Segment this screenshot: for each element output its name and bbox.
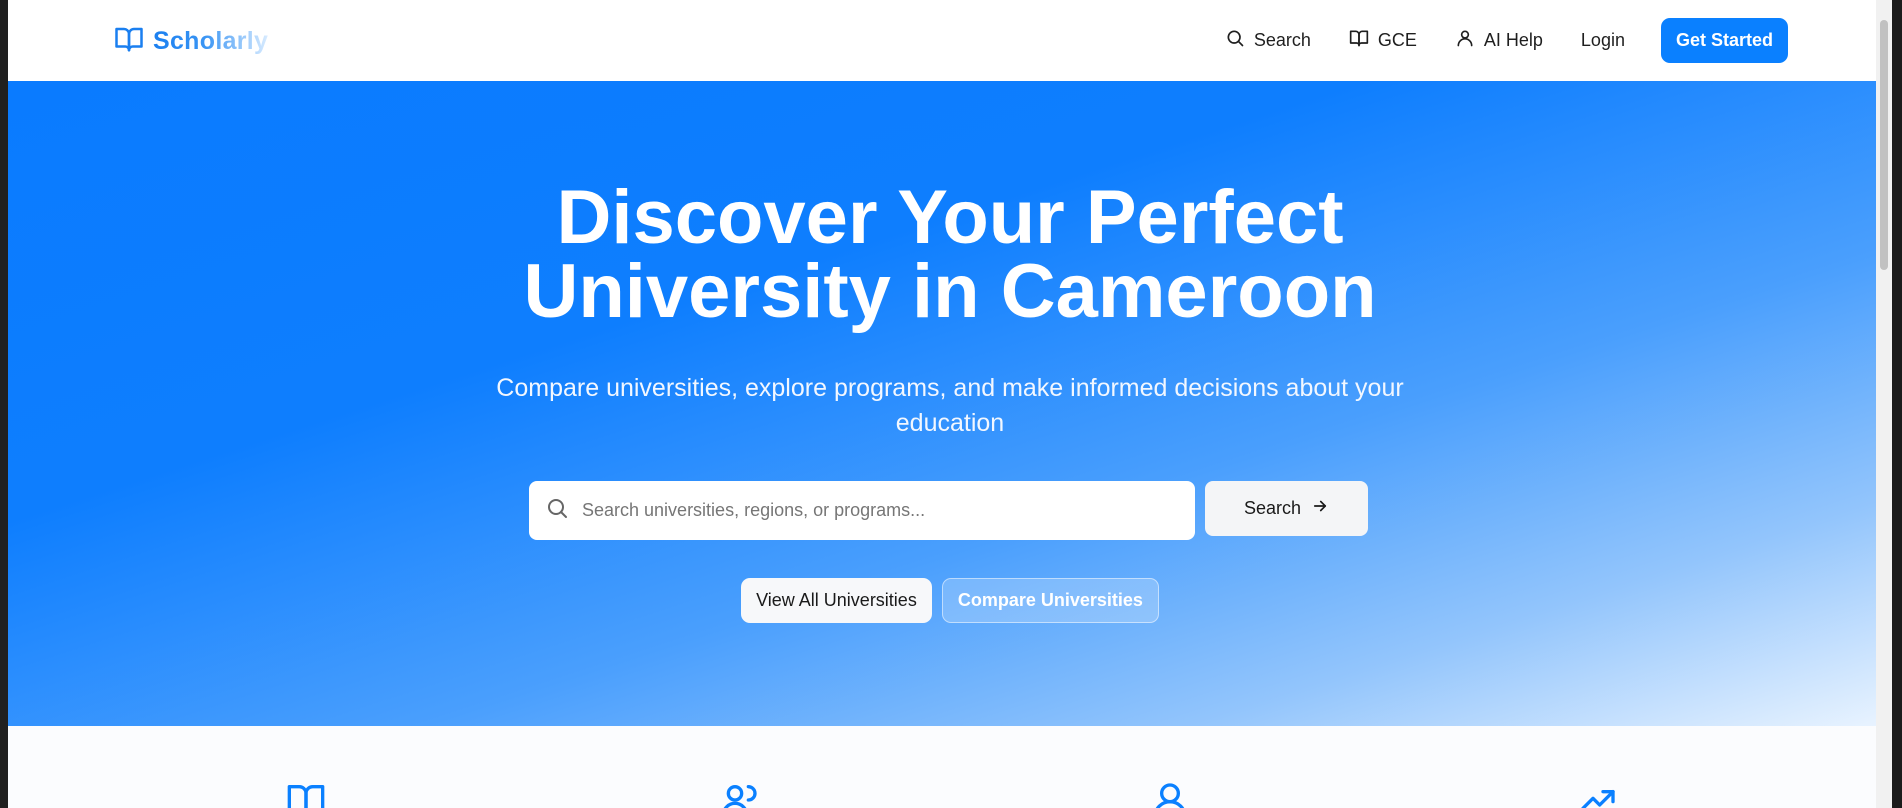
hero-subtitle-line-1: Compare universities, explore programs, … xyxy=(496,374,1404,402)
hero-subtitle: Compare universities, explore programs, … xyxy=(495,371,1405,441)
nav-ai-help-label: AI Help xyxy=(1483,30,1543,50)
brand-name: Scholarly xyxy=(153,27,269,55)
top-navigation: Scholarly Search GCE AI Help Login Get S… xyxy=(8,0,1892,81)
nav-ai-help-link[interactable]: AI Help xyxy=(1455,28,1543,53)
get-started-button[interactable]: Get Started xyxy=(1660,18,1788,63)
brand-logo[interactable]: Scholarly xyxy=(114,24,268,59)
view-all-universities-button[interactable]: View All Universities xyxy=(741,578,932,623)
hero-subtitle-line-2: education xyxy=(895,409,1005,437)
book-open-icon xyxy=(114,24,144,59)
university-search-input[interactable] xyxy=(582,500,1162,521)
hero-title-line-1: Discover Your Perfect xyxy=(556,175,1344,260)
trending-up-icon xyxy=(1578,780,1618,808)
nav-links: Search GCE AI Help Login Get Started xyxy=(1187,18,1788,63)
compare-universities-button[interactable]: Compare Universities xyxy=(941,578,1159,623)
hero-actions: View All Universities Compare Universiti… xyxy=(8,578,1892,623)
university-search-box[interactable] xyxy=(529,481,1195,540)
nav-gce-label: GCE xyxy=(1377,30,1417,50)
users-icon xyxy=(720,780,760,808)
search-icon xyxy=(545,496,569,525)
hero-section: Discover Your Perfect University in Came… xyxy=(8,81,1892,726)
user-icon xyxy=(1150,780,1190,808)
book-open-icon xyxy=(286,780,326,808)
browser-viewport: Scholarly Search GCE AI Help Login Get S… xyxy=(8,0,1892,808)
features-section xyxy=(8,726,1892,808)
user-icon xyxy=(1455,28,1475,53)
book-open-icon xyxy=(1349,28,1369,53)
scrollbar-thumb[interactable] xyxy=(1880,20,1888,270)
hero-title: Discover Your Perfect University in Came… xyxy=(8,180,1892,330)
nav-login-link[interactable]: Login xyxy=(1581,30,1625,51)
search-button-label: Search xyxy=(1243,498,1302,518)
page-scrollbar[interactable] xyxy=(1876,0,1892,808)
arrow-right-icon xyxy=(1311,497,1329,520)
search-icon xyxy=(1225,28,1245,53)
nav-login-label: Login xyxy=(1580,30,1625,50)
nav-gce-link[interactable]: GCE xyxy=(1349,28,1417,53)
nav-search-label: Search xyxy=(1253,30,1311,50)
hero-title-line-2: University in Cameroon xyxy=(523,249,1377,334)
nav-search-link[interactable]: Search xyxy=(1225,28,1311,53)
search-button[interactable]: Search xyxy=(1205,481,1368,536)
